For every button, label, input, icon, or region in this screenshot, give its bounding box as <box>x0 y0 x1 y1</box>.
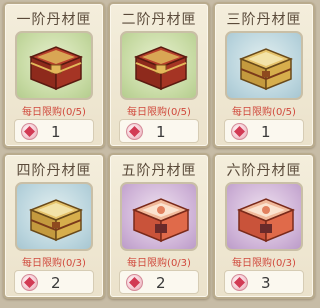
item-name: 三阶丹材匣 <box>226 12 302 28</box>
buy-button[interactable]: 1 <box>14 119 94 143</box>
red-chest-icon <box>133 46 189 91</box>
item-name: 一阶丹材匣 <box>16 12 92 28</box>
daily-limit: 每日限购(0/3) <box>22 258 86 269</box>
buy-button[interactable]: 3 <box>224 270 304 294</box>
daily-limit: 每日限购(0/5) <box>22 107 86 118</box>
shop-item-card[interactable]: 五阶丹材匣 每日限购(0/3) 2 <box>108 153 210 299</box>
gem-icon <box>21 274 38 291</box>
daily-limit: 每日限购(0/5) <box>127 107 191 118</box>
price: 3 <box>261 274 271 292</box>
gem-icon <box>126 123 143 140</box>
daily-limit: 每日限购(0/3) <box>232 258 296 269</box>
gold-chest-icon <box>238 48 294 91</box>
pink-chest-icon <box>237 198 295 243</box>
price: 1 <box>156 123 166 141</box>
buy-button[interactable]: 2 <box>14 270 94 294</box>
item-image <box>15 31 93 100</box>
gem-icon <box>21 123 38 140</box>
item-name: 六阶丹材匣 <box>226 163 302 179</box>
shop-item-card[interactable]: 六阶丹材匣 每日限购(0/3) 3 <box>213 153 315 299</box>
price: 2 <box>51 274 61 292</box>
gem-icon <box>126 274 143 291</box>
gem-icon <box>231 274 248 291</box>
gem-icon <box>231 123 248 140</box>
shop-item-card[interactable]: 二阶丹材匣 每日限购(0/5) 1 <box>108 2 210 148</box>
shop-item-card[interactable]: 一阶丹材匣 每日限购(0/5) 1 <box>3 2 105 148</box>
item-image <box>15 182 93 251</box>
item-name: 二阶丹材匣 <box>121 12 197 28</box>
item-name: 四阶丹材匣 <box>16 163 92 179</box>
shop-grid: 一阶丹材匣 每日限购(0/5) 1 二阶丹材匣 每日限购(0/5) 1 三阶丹材… <box>0 0 318 308</box>
pink-chest-icon <box>132 198 190 243</box>
item-image <box>225 31 303 100</box>
price: 1 <box>261 123 271 141</box>
item-name: 五阶丹材匣 <box>121 163 197 179</box>
shop-item-card[interactable]: 三阶丹材匣 每日限购(0/5) 1 <box>213 2 315 148</box>
daily-limit: 每日限购(0/3) <box>127 258 191 269</box>
buy-button[interactable]: 2 <box>119 270 199 294</box>
gold-chest-icon <box>28 199 84 242</box>
buy-button[interactable]: 1 <box>119 119 199 143</box>
daily-limit: 每日限购(0/5) <box>232 107 296 118</box>
red-chest-icon <box>28 46 84 91</box>
item-image <box>225 182 303 251</box>
shop-item-card[interactable]: 四阶丹材匣 每日限购(0/3) 2 <box>3 153 105 299</box>
price: 1 <box>51 123 61 141</box>
item-image <box>120 182 198 251</box>
price: 2 <box>156 274 166 292</box>
item-image <box>120 31 198 100</box>
buy-button[interactable]: 1 <box>224 119 304 143</box>
